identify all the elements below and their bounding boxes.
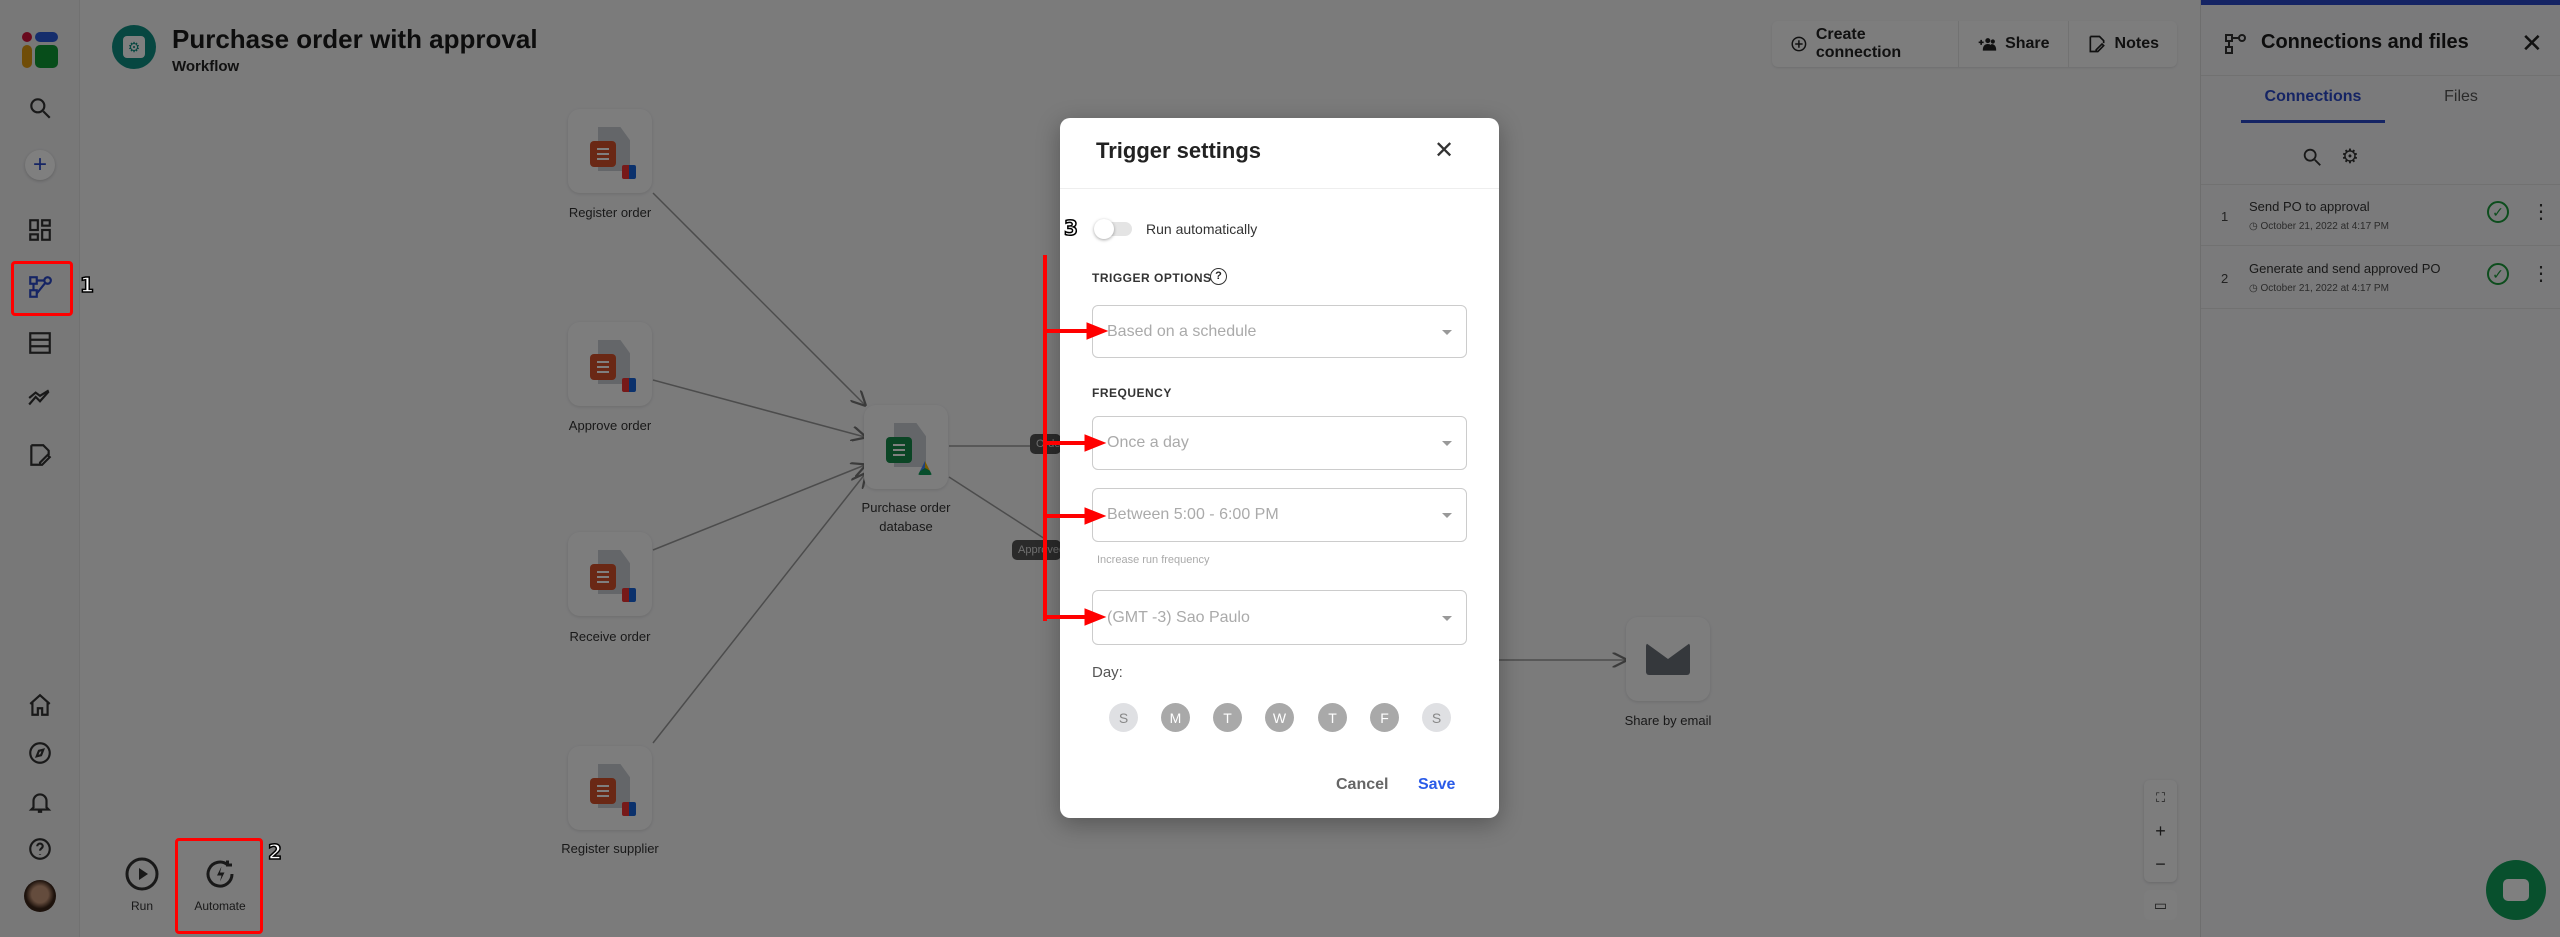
- day-sunday[interactable]: S: [1109, 703, 1138, 732]
- cancel-button[interactable]: Cancel: [1336, 776, 1388, 794]
- select-value: Between 5:00 - 6:00 PM: [1107, 506, 1279, 523]
- day-saturday[interactable]: S: [1422, 703, 1451, 732]
- trigger-option-select[interactable]: Based on a schedule: [1092, 305, 1467, 358]
- day-thursday[interactable]: T: [1318, 703, 1347, 732]
- day-label: Day:: [1092, 664, 1123, 681]
- day-friday[interactable]: F: [1370, 703, 1399, 732]
- day-wednesday[interactable]: W: [1265, 703, 1294, 732]
- annotation-arrows: [1043, 322, 1109, 626]
- caret-down-icon: [1442, 329, 1452, 335]
- day-monday[interactable]: M: [1161, 703, 1190, 732]
- annotation-number: 2: [267, 839, 282, 865]
- time-window-select[interactable]: Between 5:00 - 6:00 PM: [1092, 488, 1467, 542]
- help-icon[interactable]: ?: [1210, 268, 1227, 285]
- annotation-box-automate: [175, 838, 263, 934]
- caret-down-icon: [1442, 513, 1452, 518]
- select-value: Based on a schedule: [1107, 322, 1257, 340]
- close-icon[interactable]: ✕: [1434, 136, 1454, 165]
- day-tuesday[interactable]: T: [1213, 703, 1242, 732]
- save-button[interactable]: Save: [1418, 776, 1455, 794]
- timezone-select[interactable]: (GMT -3) Sao Paulo: [1092, 590, 1467, 645]
- dialog-title: Trigger settings: [1096, 138, 1262, 163]
- caret-down-icon: [1442, 615, 1452, 621]
- annotation-box-workflow: [11, 261, 73, 316]
- trigger-options-label: TRIGGER OPTIONS: [1092, 271, 1212, 285]
- annotation-number: 1: [79, 272, 94, 298]
- frequency-select[interactable]: Once a day: [1092, 416, 1467, 470]
- trigger-settings-dialog: Trigger settings ✕ Run automatically TRI…: [1060, 118, 1499, 818]
- run-automatically-toggle[interactable]: [1094, 219, 1132, 239]
- caret-down-icon: [1442, 441, 1452, 446]
- toggle-label: Run automatically: [1146, 221, 1258, 237]
- annotation-number: 3: [1063, 215, 1078, 241]
- select-value: (GMT -3) Sao Paulo: [1107, 608, 1250, 626]
